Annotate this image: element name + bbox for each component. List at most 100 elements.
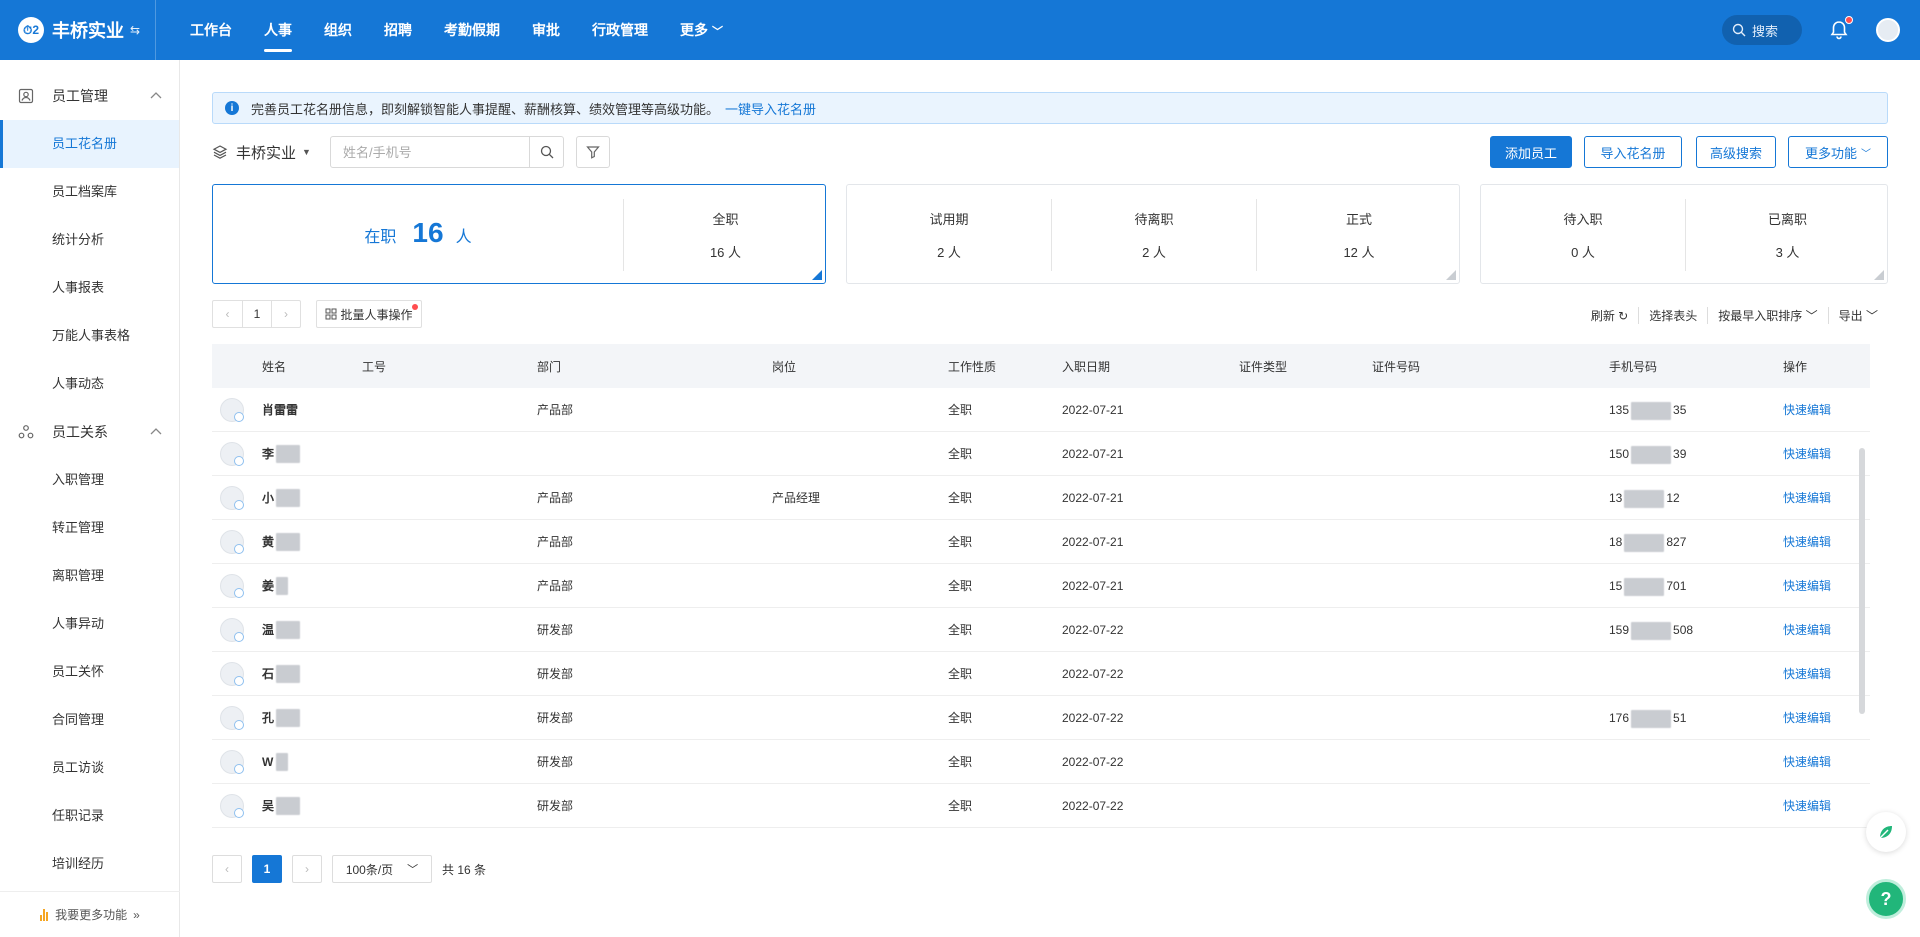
leaf-icon[interactable] xyxy=(1866,812,1906,852)
sidebar-item-dynamics[interactable]: 人事动态 xyxy=(0,360,179,408)
table-row[interactable]: 黄 产品部 全职 2022-07-21 18 827 快速编辑 xyxy=(212,520,1870,564)
company-selector[interactable]: 丰桥实业 ▼ xyxy=(212,136,311,168)
next-page-icon[interactable]: › xyxy=(271,301,300,327)
col-id-type[interactable]: 证件类型 xyxy=(1239,358,1287,375)
nav-approval[interactable]: 审批 xyxy=(516,0,576,60)
quick-edit-link[interactable]: 快速编辑 xyxy=(1783,784,1831,828)
user-avatar[interactable] xyxy=(1876,18,1900,42)
employee-name[interactable]: 温 xyxy=(262,608,274,652)
sidebar-item-statistics[interactable]: 统计分析 xyxy=(0,216,179,264)
refresh-button[interactable]: 刷新 ↻ xyxy=(1581,307,1638,324)
formal-stat[interactable]: 正式 12 人 xyxy=(1257,185,1461,285)
search-input[interactable] xyxy=(331,137,529,167)
table-row[interactable]: W 研发部 全职 2022-07-22 快速编辑 xyxy=(212,740,1870,784)
employee-name[interactable]: 小 xyxy=(262,476,274,520)
quick-edit-link[interactable]: 快速编辑 xyxy=(1783,564,1831,608)
sidebar-item-universal-table[interactable]: 万能人事表格 xyxy=(0,312,179,360)
more-functions-button[interactable]: 更多功能 ﹀ xyxy=(1788,136,1888,168)
pending-leave-stat[interactable]: 待离职 2 人 xyxy=(1052,185,1256,285)
col-employee-id[interactable]: 工号 xyxy=(362,358,386,375)
sidebar-item-onboarding[interactable]: 入职管理 xyxy=(0,456,179,504)
sidebar-group-employee-management[interactable]: 员工管理 xyxy=(0,72,179,120)
mini-page-number[interactable]: 1 xyxy=(242,301,271,327)
employee-name[interactable]: 李 xyxy=(262,432,274,476)
batch-hr-button[interactable]: 批量人事操作 xyxy=(316,300,422,328)
nav-attendance[interactable]: 考勤假期 xyxy=(428,0,516,60)
sidebar-item-training[interactable]: 培训经历 xyxy=(0,840,179,888)
quick-edit-link[interactable]: 快速编辑 xyxy=(1783,388,1831,432)
probation-stat[interactable]: 试用期 2 人 xyxy=(847,185,1051,285)
on-job-stat[interactable]: 在职 16 人 xyxy=(213,185,623,285)
export-dropdown[interactable]: 导出 ﹀ xyxy=(1827,306,1888,324)
table-row[interactable]: 孔 研发部 全职 2022-07-22 176 51 快速编辑 xyxy=(212,696,1870,740)
employee-name[interactable]: 肖雷雷 xyxy=(262,388,298,432)
employee-name[interactable]: 石 xyxy=(262,652,274,696)
page-size-select[interactable]: 100条/页 ﹀ xyxy=(332,855,432,883)
sidebar-item-contracts[interactable]: 合同管理 xyxy=(0,696,179,744)
sidebar-item-care[interactable]: 员工关怀 xyxy=(0,648,179,696)
bell-icon[interactable] xyxy=(1828,16,1853,41)
col-phone[interactable]: 手机号码 xyxy=(1609,358,1657,375)
switch-company-icon[interactable]: ⇆ xyxy=(130,23,140,37)
employee-name[interactable]: 姜 xyxy=(262,564,274,608)
filter-button[interactable] xyxy=(576,136,610,168)
sidebar-item-resignation[interactable]: 离职管理 xyxy=(0,552,179,600)
stat-card-on-job[interactable]: 在职 16 人 全职 16 人 xyxy=(212,184,826,284)
nav-more[interactable]: 更多 ﹀ xyxy=(664,0,739,60)
table-scrollbar[interactable] xyxy=(1859,448,1865,714)
choose-columns-button[interactable]: 选择表头 xyxy=(1638,306,1707,324)
employee-name[interactable]: 黄 xyxy=(262,520,274,564)
more-features-link[interactable]: 我要更多功能 » xyxy=(0,891,180,937)
table-row[interactable]: 小 产品部 产品经理 全职 2022-07-21 13 12 快速编辑 xyxy=(212,476,1870,520)
employee-name[interactable]: 吴 xyxy=(262,784,274,828)
quick-edit-link[interactable]: 快速编辑 xyxy=(1783,608,1831,652)
table-row[interactable]: 肖雷雷 产品部 全职 2022-07-21 135 35 快速编辑 xyxy=(212,388,1870,432)
sidebar-item-regularization[interactable]: 转正管理 xyxy=(0,504,179,552)
sidebar-item-archive[interactable]: 员工档案库 xyxy=(0,168,179,216)
import-roster-link[interactable]: 一键导入花名册 xyxy=(725,99,816,118)
table-row[interactable]: 吴 研发部 全职 2022-07-22 快速编辑 xyxy=(212,784,1870,828)
col-name[interactable]: 姓名 xyxy=(262,358,286,375)
brand[interactable]: ⏱2 丰桥实业 ⇆ xyxy=(0,0,156,60)
nav-personnel[interactable]: 人事 xyxy=(248,0,308,60)
col-work-nature[interactable]: 工作性质 xyxy=(948,358,996,375)
table-row[interactable]: 李 全职 2022-07-21 150 39 快速编辑 xyxy=(212,432,1870,476)
sidebar-item-transfer[interactable]: 人事异动 xyxy=(0,600,179,648)
sidebar-item-position-records[interactable]: 任职记录 xyxy=(0,792,179,840)
next-page-button[interactable]: › xyxy=(292,855,322,883)
left-stat[interactable]: 已离职 3 人 xyxy=(1686,185,1889,285)
quick-edit-link[interactable]: 快速编辑 xyxy=(1783,520,1831,564)
pending-join-stat[interactable]: 待入职 0 人 xyxy=(1481,185,1685,285)
nav-administration[interactable]: 行政管理 xyxy=(576,0,664,60)
sidebar-item-roster[interactable]: 员工花名册 xyxy=(0,120,179,168)
table-row[interactable]: 石 研发部 全职 2022-07-22 快速编辑 xyxy=(212,652,1870,696)
import-roster-button[interactable]: 导入花名册 xyxy=(1584,136,1682,168)
sidebar-item-interviews[interactable]: 员工访谈 xyxy=(0,744,179,792)
quick-edit-link[interactable]: 快速编辑 xyxy=(1783,740,1831,784)
col-hire-date[interactable]: 入职日期 xyxy=(1062,358,1110,375)
col-position[interactable]: 岗位 xyxy=(772,358,796,375)
table-row[interactable]: 姜 产品部 全职 2022-07-21 15 701 快速编辑 xyxy=(212,564,1870,608)
quick-edit-link[interactable]: 快速编辑 xyxy=(1783,652,1831,696)
nav-recruitment[interactable]: 招聘 xyxy=(368,0,428,60)
prev-page-button[interactable]: ‹ xyxy=(212,855,242,883)
table-row[interactable]: 温 研发部 全职 2022-07-22 159 508 快速编辑 xyxy=(212,608,1870,652)
prev-page-icon[interactable]: ‹ xyxy=(213,301,242,327)
nav-organization[interactable]: 组织 xyxy=(308,0,368,60)
quick-edit-link[interactable]: 快速编辑 xyxy=(1783,432,1831,476)
help-icon[interactable]: ? xyxy=(1866,879,1906,919)
col-id-number[interactable]: 证件号码 xyxy=(1372,358,1420,375)
employee-name[interactable]: 孔 xyxy=(262,696,274,740)
col-department[interactable]: 部门 xyxy=(537,358,561,375)
quick-edit-link[interactable]: 快速编辑 xyxy=(1783,476,1831,520)
sidebar-group-employee-relations[interactable]: 员工关系 xyxy=(0,408,179,456)
global-search[interactable]: 搜索 xyxy=(1722,15,1802,45)
employee-name[interactable]: W xyxy=(262,740,273,784)
quick-edit-link[interactable]: 快速编辑 xyxy=(1783,696,1831,740)
page-number[interactable]: 1 xyxy=(252,855,282,883)
nav-workbench[interactable]: 工作台 xyxy=(174,0,248,60)
search-button[interactable] xyxy=(529,137,563,167)
full-time-stat[interactable]: 全职 16 人 xyxy=(624,185,827,285)
sort-dropdown[interactable]: 按最早入职排序 ﹀ xyxy=(1707,306,1827,324)
add-employee-button[interactable]: 添加员工 xyxy=(1490,136,1572,168)
